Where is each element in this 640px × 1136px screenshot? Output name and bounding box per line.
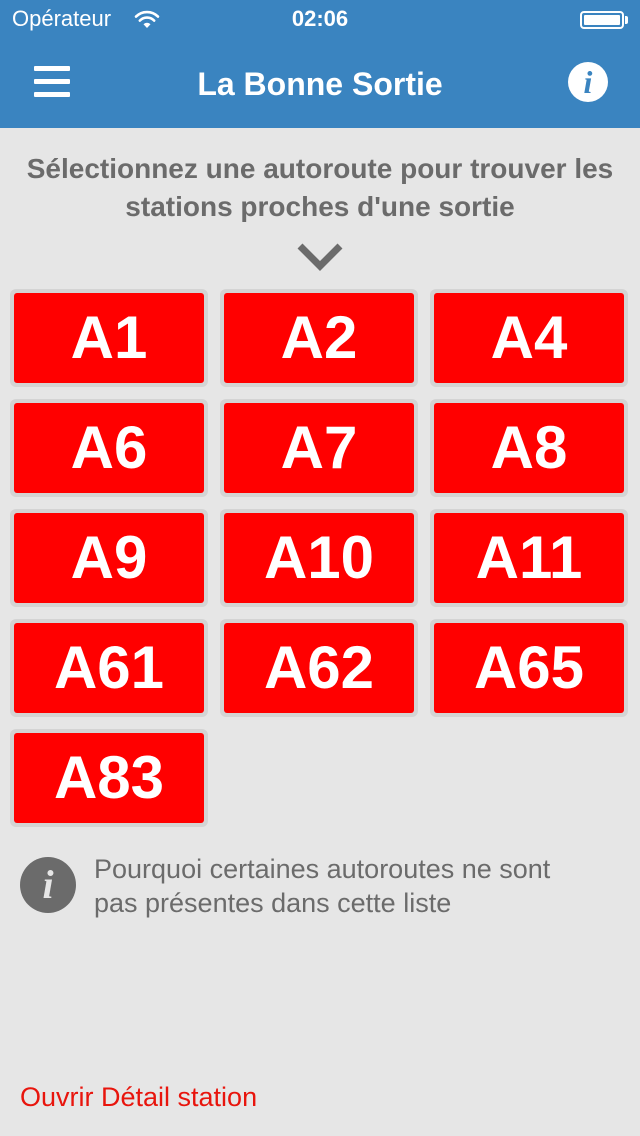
nav-bar: La Bonne Sortie i	[0, 40, 640, 128]
top-bar: Opérateur 02:06 La Bonne Sortie i	[0, 0, 640, 128]
highway-button-a65[interactable]: A65	[430, 619, 628, 717]
highway-label: A8	[434, 403, 624, 493]
battery-tip	[625, 16, 628, 24]
highway-label: A61	[14, 623, 204, 713]
highway-button-a61[interactable]: A61	[10, 619, 208, 717]
highway-button-a1[interactable]: A1	[10, 289, 208, 387]
highway-button-a62[interactable]: A62	[220, 619, 418, 717]
highway-label: A11	[434, 513, 624, 603]
highway-button-a8[interactable]: A8	[430, 399, 628, 497]
highway-button-a10[interactable]: A10	[220, 509, 418, 607]
highway-label: A4	[434, 293, 624, 383]
info-icon: i	[20, 857, 76, 913]
info-icon[interactable]: i	[568, 62, 608, 102]
info-glyph: i	[583, 64, 593, 100]
highway-button-a83[interactable]: A83	[10, 729, 208, 827]
missing-highways-info[interactable]: i Pourquoi certaines autoroutes ne sont …	[20, 852, 620, 922]
highway-button-a2[interactable]: A2	[220, 289, 418, 387]
highway-label: A83	[14, 733, 204, 823]
battery-icon	[580, 11, 624, 29]
highway-button-a7[interactable]: A7	[220, 399, 418, 497]
highway-label: A6	[14, 403, 204, 493]
highway-label: A7	[224, 403, 414, 493]
status-bar: Opérateur 02:06	[0, 0, 640, 40]
highway-button-a9[interactable]: A9	[10, 509, 208, 607]
highway-label: A65	[434, 623, 624, 713]
instruction-text: Sélectionnez une autoroute pour trouver …	[26, 153, 614, 222]
highway-label: A10	[224, 513, 414, 603]
chevron-down-icon	[297, 243, 343, 271]
highway-label: A1	[14, 293, 204, 383]
highway-label: A2	[224, 293, 414, 383]
status-time: 02:06	[291, 6, 349, 31]
highway-button-a6[interactable]: A6	[10, 399, 208, 497]
battery-level	[584, 15, 620, 25]
info-glyph: i	[42, 862, 54, 907]
highway-label: A9	[14, 513, 204, 603]
highway-label: A62	[224, 623, 414, 713]
page-title: La Bonne Sortie	[197, 66, 443, 102]
highway-button-a11[interactable]: A11	[430, 509, 628, 607]
highway-button-a4[interactable]: A4	[430, 289, 628, 387]
open-station-detail-link[interactable]: Ouvrir Détail station	[20, 1082, 257, 1113]
missing-highways-text: Pourquoi certaines autoroutes ne sont pa…	[94, 854, 551, 918]
